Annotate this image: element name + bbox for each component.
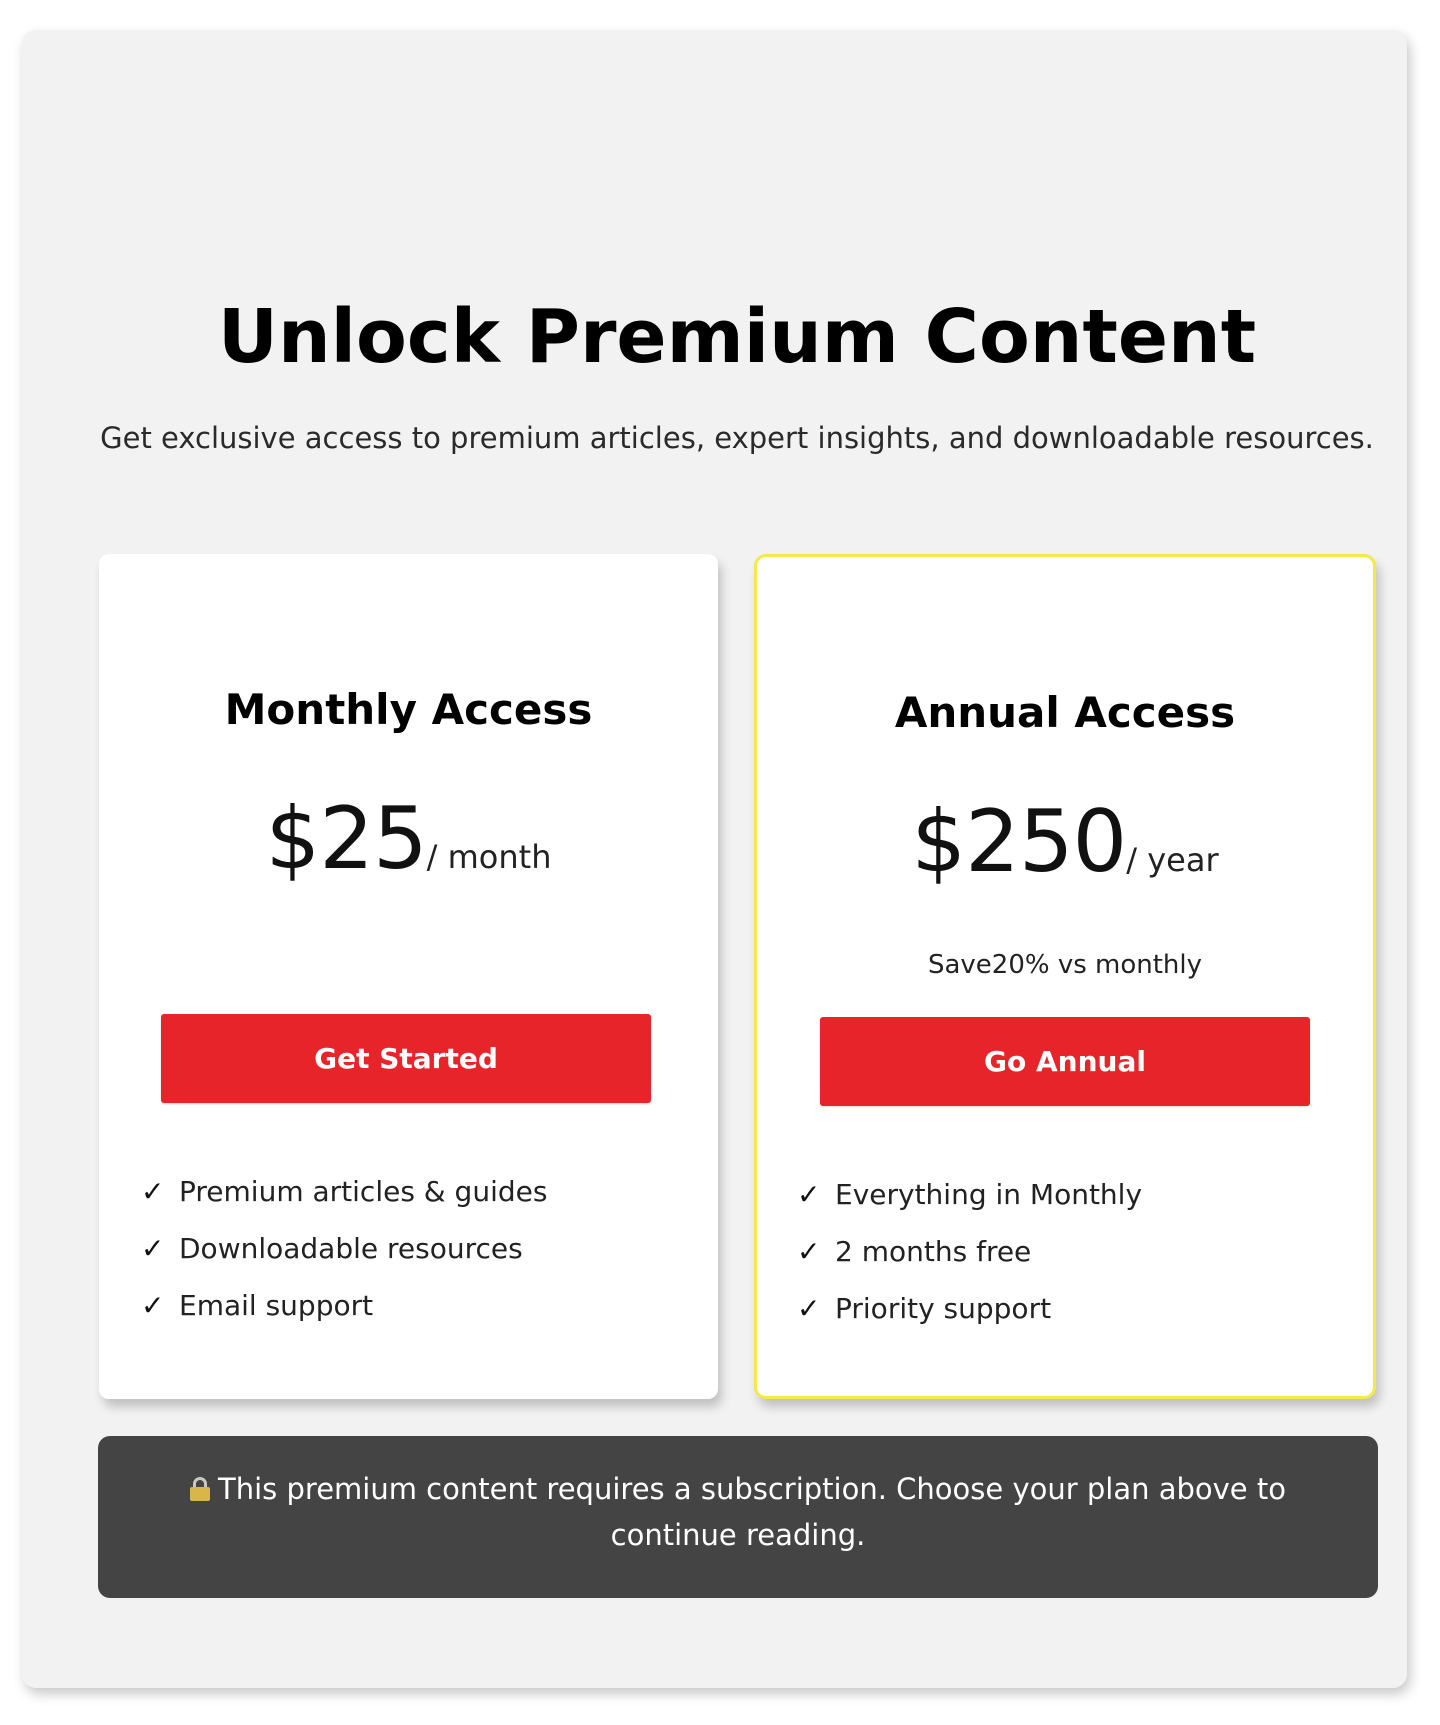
feature-item: ✓ Downloadable resources	[141, 1229, 547, 1286]
page-subtitle: Get exclusive access to premium articles…	[100, 421, 1374, 455]
page-title: Unlock Premium Content	[217, 294, 1257, 380]
plan-title: Annual Access	[894, 688, 1236, 737]
feature-label: Downloadable resources	[179, 1232, 523, 1265]
plan-period: / year	[1126, 841, 1219, 879]
feature-label: Premium articles & guides	[179, 1175, 548, 1208]
feature-label: 2 months free	[835, 1235, 1032, 1268]
check-icon: ✓	[797, 1292, 821, 1325]
feature-list: ✓ Everything in Monthly ✓ 2 months free ✓ P…	[797, 1175, 1142, 1346]
notice-text: This premium content requires a subscrip…	[218, 1472, 1286, 1552]
go-annual-button[interactable]: Go Annual	[820, 1017, 1310, 1106]
feature-label: Everything in Monthly	[835, 1178, 1143, 1211]
plan-title: Monthly Access	[224, 685, 593, 734]
plan-period: / month	[426, 838, 552, 876]
plan-card-annual: Annual Access $250/ year Save20% vs mont…	[754, 554, 1376, 1399]
feature-label: Email support	[179, 1289, 374, 1322]
get-started-button[interactable]: Get Started	[161, 1014, 651, 1103]
check-icon: ✓	[797, 1235, 821, 1268]
feature-item: ✓ Email support	[141, 1286, 547, 1343]
subscription-notice: This premium content requires a subscrip…	[98, 1436, 1378, 1598]
lock-icon	[190, 1477, 211, 1501]
feature-list: ✓ Premium articles & guides ✓ Downloadable…	[141, 1172, 547, 1343]
feature-label: Priority support	[835, 1292, 1052, 1325]
price-row: $25/ month	[99, 789, 718, 889]
feature-item: ✓ Everything in Monthly	[797, 1175, 1142, 1232]
check-icon: ✓	[141, 1175, 165, 1208]
plan-card-monthly: Monthly Access $25/ month Get Started ✓ P…	[99, 554, 718, 1399]
feature-item: ✓ 2 months free	[797, 1232, 1142, 1289]
savings-note: Save20% vs monthly	[927, 950, 1203, 980]
paywall-panel: Unlock Premium Content Get exclusive acc…	[22, 30, 1407, 1688]
feature-item: ✓ Premium articles & guides	[141, 1172, 547, 1229]
check-icon: ✓	[141, 1289, 165, 1322]
feature-item: ✓ Priority support	[797, 1289, 1142, 1346]
plan-price: $250	[911, 792, 1127, 892]
check-icon: ✓	[141, 1232, 165, 1265]
plan-price: $25	[265, 789, 428, 889]
check-icon: ✓	[797, 1178, 821, 1211]
price-row: $250/ year	[757, 792, 1373, 892]
